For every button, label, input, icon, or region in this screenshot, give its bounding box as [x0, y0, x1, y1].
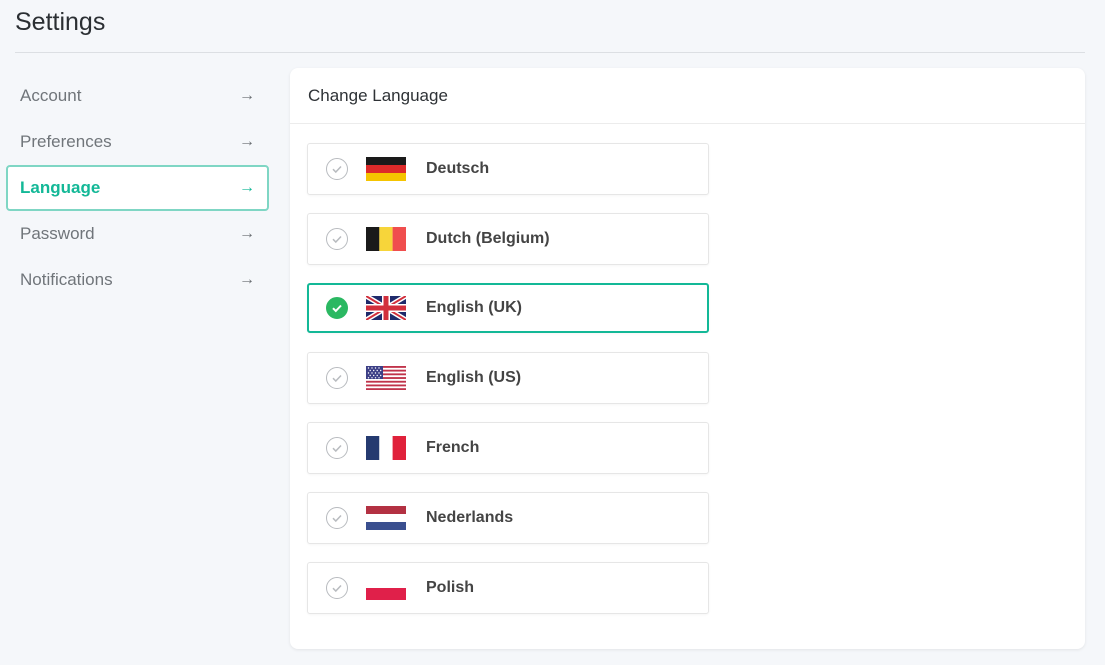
language-label: English (UK) [426, 299, 522, 316]
language-option-english-uk[interactable]: English (UK) [307, 283, 709, 333]
sidebar-item-notifications[interactable]: Notifications → [6, 257, 269, 303]
sidebar-item-label: Notifications [20, 270, 113, 289]
arrow-right-icon: → [239, 87, 255, 104]
language-option-english-us[interactable]: English (US) [307, 352, 709, 404]
flag-us-icon [366, 366, 406, 390]
language-option-deutsch[interactable]: Deutsch [307, 143, 709, 195]
check-circle-icon [326, 367, 348, 389]
change-language-card: Change Language Deutsch Dutch (Belgium) … [290, 68, 1085, 649]
flag-fr-icon [366, 436, 406, 460]
language-label: Nederlands [426, 509, 514, 526]
page-title: Settings [15, 8, 106, 36]
sidebar-item-label: Password [20, 224, 95, 243]
card-title: Change Language [290, 68, 1085, 124]
title-divider [15, 52, 1085, 53]
flag-be-icon [366, 227, 406, 251]
language-option-french[interactable]: French [307, 422, 709, 474]
language-list: Deutsch Dutch (Belgium) English (UK) Eng… [307, 143, 709, 632]
flag-uk-icon [366, 296, 406, 320]
check-circle-icon [326, 437, 348, 459]
language-label: Dutch (Belgium) [426, 230, 550, 247]
check-circle-icon [326, 228, 348, 250]
language-label: French [426, 439, 480, 456]
flag-de-icon [366, 157, 406, 181]
check-circle-icon [326, 507, 348, 529]
check-circle-icon [326, 577, 348, 599]
settings-sidebar: Account → Preferences → Language → Passw… [6, 73, 269, 303]
sidebar-item-preferences[interactable]: Preferences → [6, 119, 269, 165]
arrow-right-icon: → [239, 133, 255, 150]
sidebar-item-password[interactable]: Password → [6, 211, 269, 257]
language-label: Deutsch [426, 160, 490, 177]
arrow-right-icon: → [239, 179, 255, 196]
sidebar-item-language[interactable]: Language → [6, 165, 269, 211]
sidebar-item-account[interactable]: Account → [6, 73, 269, 119]
language-option-dutch-belgium[interactable]: Dutch (Belgium) [307, 213, 709, 265]
language-label: English (US) [426, 369, 522, 386]
arrow-right-icon: → [239, 271, 255, 288]
language-option-nederlands[interactable]: Nederlands [307, 492, 709, 544]
check-circle-filled-icon [326, 297, 348, 319]
flag-pl-icon [366, 576, 406, 600]
language-option-polish[interactable]: Polish [307, 562, 709, 614]
sidebar-item-label: Language [20, 178, 101, 197]
arrow-right-icon: → [239, 225, 255, 242]
check-circle-icon [326, 158, 348, 180]
flag-nl-icon [366, 506, 406, 530]
sidebar-item-label: Preferences [20, 132, 112, 151]
sidebar-item-label: Account [20, 86, 82, 105]
language-label: Polish [426, 579, 475, 596]
